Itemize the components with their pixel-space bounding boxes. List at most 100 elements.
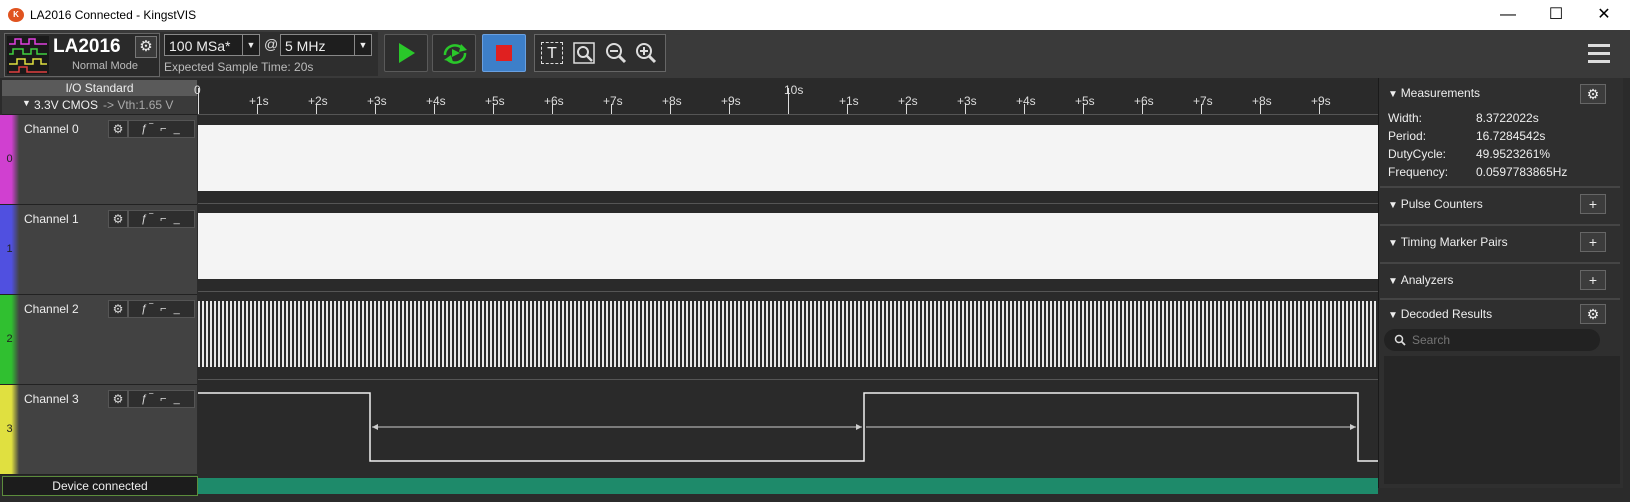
duty-cycle-label: DutyCycle: bbox=[1388, 147, 1447, 161]
analyzers-header[interactable]: ▼ Analyzers bbox=[1388, 273, 1453, 287]
start-button[interactable] bbox=[384, 34, 428, 72]
zoom-select-icon[interactable] bbox=[573, 42, 595, 64]
text-tool-icon[interactable]: T bbox=[541, 42, 563, 64]
sample-settings: 100 MSa* ▼ @ 5 MHz ▼ Expected Sample Time:… bbox=[160, 32, 378, 76]
ruler-tick-label: +9s bbox=[1311, 94, 1331, 108]
ruler-tick-label: +9s bbox=[721, 94, 741, 108]
sample-rate-select[interactable]: 100 MSa* ▼ bbox=[164, 34, 260, 56]
minimize-button[interactable]: — bbox=[1488, 4, 1528, 26]
ruler-tick-label: +2s bbox=[308, 94, 328, 108]
decoded-results-settings-gear-icon[interactable]: ⚙ bbox=[1580, 304, 1606, 324]
waveform-area[interactable] bbox=[198, 115, 1378, 470]
status-label: Device connected bbox=[2, 476, 198, 496]
mode-label: Normal Mode bbox=[71, 60, 139, 72]
channel-number: 0 bbox=[6, 153, 13, 165]
repeat-start-button[interactable] bbox=[432, 34, 476, 72]
vth-value: -> Vth:1.65 V bbox=[103, 98, 174, 112]
add-pulse-counter-plus-icon[interactable]: + bbox=[1580, 194, 1606, 214]
decoded-results-list[interactable] bbox=[1384, 356, 1620, 484]
duty-cycle-value: 49.9523261% bbox=[1476, 147, 1551, 161]
channel-row-0[interactable]: 0 Channel 0 ⚙ ƒ‾ ⌐ _ bbox=[0, 115, 197, 205]
trigger-edge-icons[interactable]: ƒ‾ ⌐ _ bbox=[128, 120, 195, 138]
chevron-down-icon: ▼ bbox=[1388, 310, 1401, 321]
channel-2-waveform bbox=[198, 301, 1378, 367]
channel-settings-gear-icon[interactable]: ⚙ bbox=[108, 210, 128, 228]
close-button[interactable]: ✕ bbox=[1584, 4, 1624, 26]
ruler-tick-label: +7s bbox=[603, 94, 623, 108]
channel-settings-gear-icon[interactable]: ⚙ bbox=[108, 300, 128, 318]
ruler-tick-label: +2s bbox=[898, 94, 918, 108]
trigger-edge-icons[interactable]: ƒ‾ ⌐ _ bbox=[128, 300, 195, 318]
channel-row-2[interactable]: 2 Channel 2 ⚙ ƒ‾ ⌐ _ bbox=[0, 295, 197, 385]
channel-3-waveform bbox=[198, 392, 1378, 462]
channel-row-1[interactable]: 1 Channel 1 ⚙ ƒ‾ ⌐ _ bbox=[0, 205, 197, 295]
frequency-label: Frequency: bbox=[1388, 165, 1449, 179]
measurements-settings-gear-icon[interactable]: ⚙ bbox=[1580, 84, 1606, 104]
device-name: LA2016 bbox=[53, 36, 121, 57]
channel-0-waveform bbox=[198, 125, 1378, 191]
trigger-edge-icons[interactable]: ƒ‾ ⌐ _ bbox=[128, 210, 195, 228]
chevron-down-icon: ▼ bbox=[1388, 276, 1401, 287]
toolbar: LA2016 ⚙ Normal Mode 100 MSa* ▼ @ 5 MHz ▼ … bbox=[0, 30, 1630, 78]
ruler-tick-label: +6s bbox=[544, 94, 564, 108]
chevron-down-icon: ▼ bbox=[1388, 200, 1401, 211]
repeat-play-icon bbox=[443, 44, 467, 64]
chevron-down-icon: ▼ bbox=[1388, 238, 1401, 249]
channel-settings-gear-icon[interactable]: ⚙ bbox=[108, 390, 128, 408]
pulse-counters-header[interactable]: ▼ Pulse Counters bbox=[1388, 197, 1483, 211]
ruler-tick-label: +7s bbox=[1193, 94, 1213, 108]
section-divider bbox=[1380, 224, 1620, 226]
ruler-tick-label: +1s bbox=[249, 94, 269, 108]
stop-icon bbox=[496, 45, 512, 61]
io-standard-label: I/O Standard bbox=[2, 80, 197, 96]
channel-name[interactable]: Channel 2 bbox=[24, 302, 79, 316]
section-divider bbox=[1380, 298, 1620, 300]
ruler-tick-label: 0 bbox=[194, 83, 201, 97]
device-panel[interactable]: LA2016 ⚙ Normal Mode bbox=[4, 33, 160, 77]
expected-sample-time: Expected Sample Time: 20s bbox=[164, 60, 314, 74]
hamburger-icon[interactable] bbox=[1588, 42, 1610, 64]
title-bar: K LA2016 Connected - KingstVIS — ☐ ✕ bbox=[0, 0, 1630, 30]
channel-settings-gear-icon[interactable]: ⚙ bbox=[108, 120, 128, 138]
app-logo-icon: K bbox=[8, 8, 24, 22]
measurements-header[interactable]: ▼ Measurements bbox=[1388, 86, 1480, 100]
width-label: Width: bbox=[1388, 111, 1423, 125]
add-timing-marker-plus-icon[interactable]: + bbox=[1580, 232, 1606, 252]
trigger-edge-icons[interactable]: ƒ‾ ⌐ _ bbox=[128, 390, 195, 408]
channel-row-3[interactable]: 3 Channel 3 ⚙ ƒ‾ ⌐ _ bbox=[0, 385, 197, 475]
channel-name[interactable]: Channel 0 bbox=[24, 122, 79, 136]
device-settings-gear-icon[interactable]: ⚙ bbox=[135, 36, 157, 58]
chevron-down-icon: ▼ bbox=[22, 98, 31, 108]
row-divider bbox=[198, 379, 1378, 380]
ruler-tick-label: +4s bbox=[426, 94, 446, 108]
channel-name[interactable]: Channel 3 bbox=[24, 392, 79, 406]
io-standard-value: 3.3V CMOS bbox=[34, 98, 99, 112]
chevron-down-icon: ▼ bbox=[242, 35, 259, 55]
width-value: 8.3722022s bbox=[1476, 111, 1539, 125]
sample-depth-select[interactable]: 5 MHz ▼ bbox=[280, 34, 372, 56]
search-icon bbox=[1394, 334, 1406, 346]
ruler-tick-label: +1s bbox=[839, 94, 859, 108]
channel-1-waveform bbox=[198, 213, 1378, 279]
channel-number: 1 bbox=[6, 243, 13, 255]
io-standard-select[interactable]: ▼ 3.3V CMOS -> Vth:1.65 V bbox=[2, 96, 197, 115]
timing-marker-pairs-header[interactable]: ▼ Timing Marker Pairs bbox=[1388, 235, 1508, 249]
zoom-in-icon[interactable] bbox=[635, 42, 657, 64]
row-divider bbox=[198, 291, 1378, 292]
ruler-tick-label: +3s bbox=[957, 94, 977, 108]
search-input[interactable] bbox=[1410, 331, 1594, 349]
period-value: 16.7284542s bbox=[1476, 129, 1546, 143]
add-analyzer-plus-icon[interactable]: + bbox=[1580, 270, 1606, 290]
decoded-results-header[interactable]: ▼ Decoded Results bbox=[1388, 307, 1492, 321]
at-label: @ bbox=[264, 36, 279, 52]
tools-group: T bbox=[534, 34, 666, 72]
chevron-down-icon: ▼ bbox=[354, 35, 371, 55]
maximize-button[interactable]: ☐ bbox=[1536, 4, 1576, 26]
frequency-value: 0.0597783865Hz bbox=[1476, 165, 1568, 179]
stop-button[interactable] bbox=[482, 34, 526, 72]
search-box[interactable] bbox=[1384, 329, 1600, 351]
zoom-out-icon[interactable] bbox=[605, 42, 627, 64]
play-icon bbox=[399, 43, 415, 63]
ruler-tick-label: +8s bbox=[662, 94, 682, 108]
channel-name[interactable]: Channel 1 bbox=[24, 212, 79, 226]
